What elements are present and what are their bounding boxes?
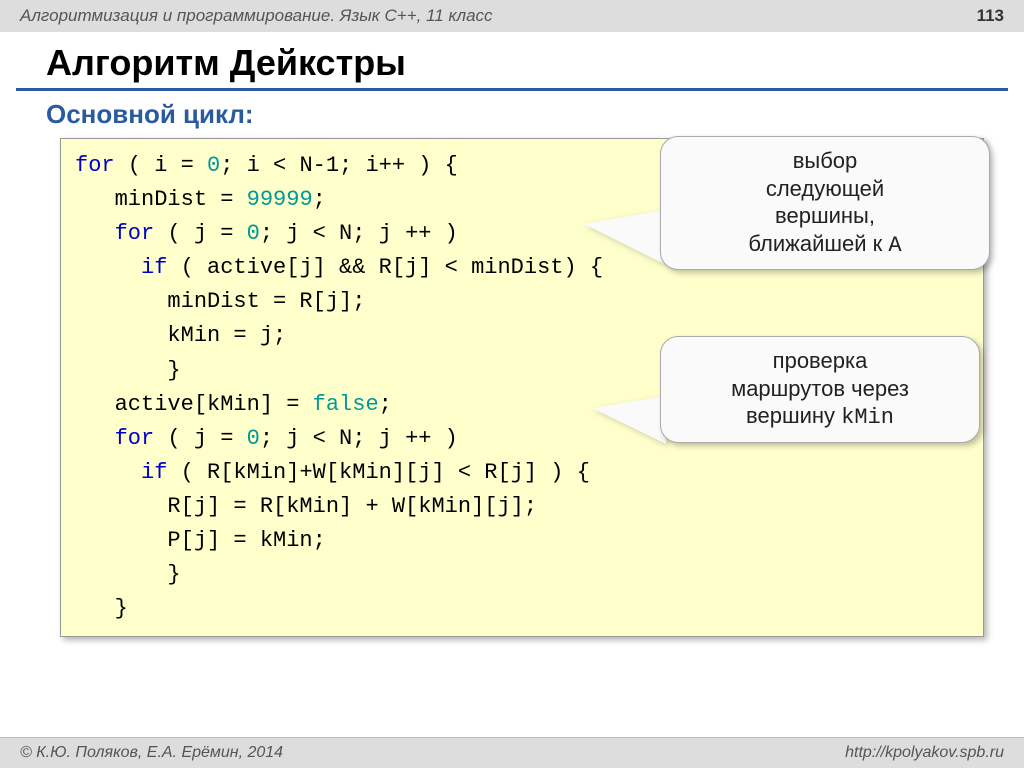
footer-url: http://kpolyakov.spb.ru (845, 744, 1004, 762)
footer-bar: © К.Ю. Поляков, Е.А. Ерёмин, 2014 http:/… (0, 737, 1024, 768)
callout-text: выбор (679, 147, 971, 175)
callout-text: проверка (679, 347, 961, 375)
code-line: } (75, 592, 969, 626)
callout-text: вершину kMin (679, 402, 961, 432)
callout-text: вершины, (679, 202, 971, 230)
callout-route-check: проверка маршрутов через вершину kMin (660, 336, 980, 443)
callout-tail (592, 396, 666, 444)
code-line: } (75, 558, 969, 592)
callout-text: следующей (679, 175, 971, 203)
header-bar: Алгоритмизация и программирование. Язык … (0, 0, 1024, 32)
page-number: 113 (977, 6, 1004, 26)
callout-text: ближайшей к A (679, 230, 971, 260)
callout-tail (584, 210, 664, 264)
code-line: if ( R[kMin]+W[kMin][j] < R[j] ) { (75, 456, 969, 490)
slide-title: Алгоритм Дейкстры (16, 32, 1008, 91)
callout-vertex-selection: выбор следующей вершины, ближайшей к A (660, 136, 990, 270)
code-line: minDist = R[j]; (75, 285, 969, 319)
callout-text: маршрутов через (679, 375, 961, 403)
header-subject: Алгоритмизация и программирование. Язык … (20, 6, 493, 26)
slide-subtitle: Основной цикл: (0, 91, 1024, 134)
code-line: P[j] = kMin; (75, 524, 969, 558)
code-line: R[j] = R[kMin] + W[kMin][j]; (75, 490, 969, 524)
footer-copyright: © К.Ю. Поляков, Е.А. Ерёмин, 2014 (20, 744, 283, 762)
